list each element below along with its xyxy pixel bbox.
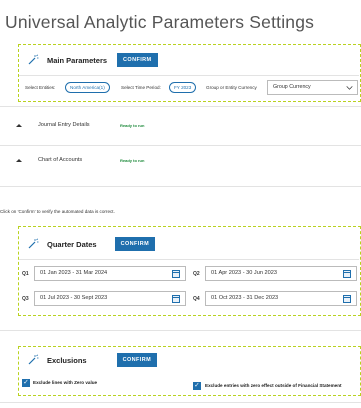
page-title: Universal Analytic Parameters Settings [5,12,315,32]
exclusions-header: Exclusions CONFIRM [27,353,158,367]
divider [19,259,359,260]
entities-label: Select Entities: [25,85,56,90]
q1-date-range-field[interactable]: 01 Jan 2023 - 31 Mar 2024 [34,266,186,281]
calendar-icon[interactable] [172,295,180,303]
divider [0,186,361,187]
q3-date-range-field[interactable]: 01 Jul 2023 - 30 Sept 2023 [34,291,186,306]
confirm-instruction: Click on 'Confirm' to verify the automat… [0,209,115,214]
q3-label: Q3 [22,296,29,302]
exclusions-confirm-button[interactable]: CONFIRM [116,353,158,367]
q2-label: Q2 [193,271,200,277]
main-parameters-confirm-button[interactable]: CONFIRM [117,53,158,67]
chart-of-accounts-row[interactable]: Chart of Accounts Ready to run [0,146,361,187]
q4-date-range-field[interactable]: 01 Oct 2023 - 31 Dec 2023 [205,291,357,306]
magic-wand-icon [28,238,39,249]
exclude-zero-effect-checkbox[interactable]: ✓ [193,382,201,390]
time-period-label: Select Time Period: [121,85,161,90]
row-label: Chart of Accounts [38,157,83,163]
q1-date-range-value: 01 Jan 2023 - 31 Mar 2024 [40,270,108,276]
currency-select[interactable]: Group Currency [267,80,358,95]
chevron-down-icon [346,86,353,90]
row-label: Journal Entry Details [38,122,90,128]
q4-date-range-value: 01 Oct 2023 - 31 Dec 2023 [211,295,279,301]
magic-wand-icon [28,54,39,65]
q4-label: Q4 [193,296,200,302]
q2-date-range-value: 01 Apr 2023 - 30 Jun 2023 [211,270,277,276]
main-parameters-title: Main Parameters [47,55,108,65]
quarter-dates-title: Quarter Dates [47,239,97,249]
exclusions-panel: Exclusions CONFIRM ✓ Exclude lines with … [18,346,361,396]
divider [0,330,361,331]
quarter-dates-confirm-button[interactable]: CONFIRM [114,237,156,251]
currency-select-value: Group Currency [273,84,311,90]
main-parameters-panel: Main Parameters CONFIRM Select Entities:… [18,44,361,102]
currency-label: Group or Entity Currency [206,85,257,90]
quarter-dates-panel: Quarter Dates CONFIRM Q1 01 Jan 2023 - 3… [18,226,361,316]
collapse-caret-icon[interactable] [16,124,22,127]
time-period-selector[interactable]: FY 2023 [169,82,197,93]
status-badge: Ready to run [120,158,145,163]
divider [19,75,359,76]
exclude-zero-effect-label: Exclude entries with zero effect outside… [205,383,342,388]
entities-selector[interactable]: North America(1) [65,82,110,93]
calendar-icon[interactable] [343,270,351,278]
status-badge: Ready to run [120,123,145,128]
calendar-icon[interactable] [343,295,351,303]
q3-date-range-value: 01 Jul 2023 - 30 Sept 2023 [40,295,108,301]
magic-wand-icon [28,354,39,365]
exclude-zero-value-label: Exclude lines with Zero value [33,380,98,385]
q1-label: Q1 [22,271,29,277]
quarter-dates-header: Quarter Dates CONFIRM [27,237,156,251]
calendar-icon[interactable] [172,270,180,278]
collapse-caret-icon[interactable] [16,159,22,162]
divider [0,402,361,403]
q2-date-range-field[interactable]: 01 Apr 2023 - 30 Jun 2023 [205,266,357,281]
exclude-zero-value-checkbox[interactable]: ✓ [22,379,30,387]
main-parameters-header: Main Parameters CONFIRM [27,53,158,67]
exclusions-title: Exclusions [47,355,87,365]
divider [0,106,361,107]
journal-entry-details-row[interactable]: Journal Entry Details Ready to run [0,106,361,146]
